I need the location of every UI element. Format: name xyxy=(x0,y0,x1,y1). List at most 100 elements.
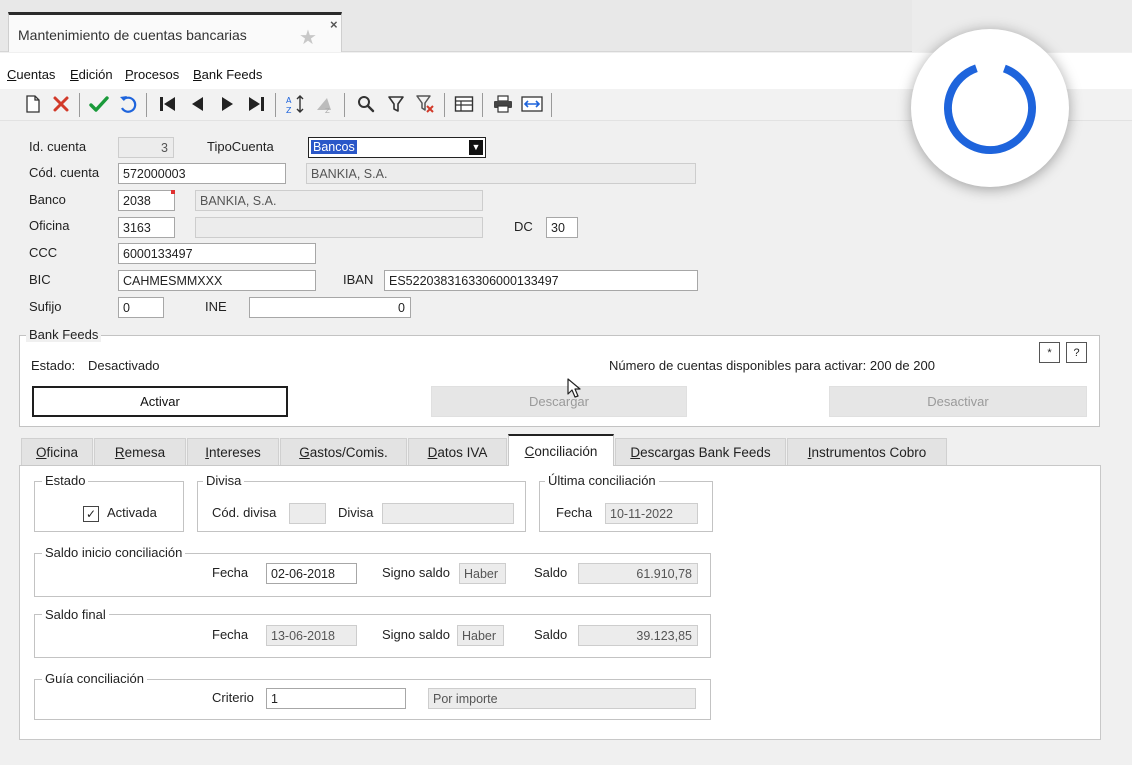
ultima-fecha-label: Fecha xyxy=(556,505,593,520)
loading-spinner-badge xyxy=(911,29,1069,187)
dropdown-arrow-icon[interactable]: ▼ xyxy=(469,140,483,155)
ine-field[interactable]: 0 xyxy=(249,297,411,318)
toolbar-separator xyxy=(482,93,483,117)
banco-description: BANKIA, S.A. xyxy=(195,190,483,211)
saldo-inicio-saldo-field: 61.910,78 xyxy=(578,563,698,584)
banco-field[interactable]: 2038 xyxy=(118,190,175,211)
iban-field[interactable]: ES5220383163306000133497 xyxy=(384,270,698,291)
divisa-field xyxy=(382,503,514,524)
delete-icon[interactable] xyxy=(50,93,72,115)
document-tab[interactable]: Mantenimiento de cuentas bancarias ★ × xyxy=(8,12,342,52)
id-cuenta-label: Id. cuenta xyxy=(29,139,87,154)
menu-cuentas[interactable]: Cuentas xyxy=(7,67,55,82)
toolbar-separator xyxy=(344,93,345,117)
descargar-button: Descargar xyxy=(431,386,687,417)
bank-feeds-title: Bank Feeds xyxy=(26,327,102,342)
activar-button[interactable]: Activar xyxy=(32,386,288,417)
iban-label: IBAN xyxy=(343,272,374,287)
sort-icon[interactable]: AZ xyxy=(285,93,307,115)
menu-bank-feeds[interactable]: Bank Feeds xyxy=(193,67,262,82)
saldo-inicio-fecha-field[interactable]: 02-06-2018 xyxy=(266,563,357,584)
tab-datos-iva[interactable]: Datos IVA xyxy=(408,438,507,465)
criterio-label: Criterio xyxy=(212,690,254,705)
clear-filter-icon[interactable] xyxy=(414,93,436,115)
previous-record-icon[interactable] xyxy=(187,93,209,115)
saldo-final-signo-label: Signo saldo xyxy=(382,627,450,642)
saldo-final-saldo-label: Saldo xyxy=(534,627,568,642)
bank-feeds-estado-label: Estado: xyxy=(31,358,76,373)
desactivar-button: Desactivar xyxy=(829,386,1087,417)
guia-conciliacion-title: Guía conciliación xyxy=(42,671,147,686)
dc-field[interactable]: 30 xyxy=(546,217,578,238)
oficina-description xyxy=(195,217,483,238)
print-icon[interactable] xyxy=(492,93,514,115)
ccc-label: CCC xyxy=(29,245,58,260)
close-tab-icon[interactable]: × xyxy=(330,17,338,32)
oficina-field[interactable]: 3163 xyxy=(118,217,175,238)
toolbar-separator xyxy=(444,93,445,117)
svg-text:Z: Z xyxy=(325,107,330,114)
dc-label: DC xyxy=(514,219,533,234)
document-tab-title: Mantenimiento de cuentas bancarias xyxy=(18,27,247,43)
tab-conciliacion[interactable]: Conciliación xyxy=(508,434,614,466)
saldo-final-signo-field: Haber xyxy=(457,625,504,646)
tab-descargas-bank-feeds[interactable]: Descargas Bank Feeds xyxy=(615,438,786,465)
saldo-final-fecha-field: 13-06-2018 xyxy=(266,625,357,646)
oficina-label: Oficina xyxy=(29,218,70,233)
export-icon[interactable] xyxy=(521,93,543,115)
next-record-icon[interactable] xyxy=(216,93,238,115)
cod-cuenta-description: BANKIA, S.A. xyxy=(306,163,696,184)
cod-cuenta-label: Cód. cuenta xyxy=(29,165,100,180)
first-record-icon[interactable] xyxy=(157,93,179,115)
menu-procesos[interactable]: Procesos xyxy=(125,67,179,82)
sufijo-label: Sufijo xyxy=(29,299,62,314)
search-icon[interactable] xyxy=(355,93,377,115)
star-button[interactable]: * xyxy=(1039,342,1060,363)
ine-label: INE xyxy=(205,299,227,314)
available-accounts-text: Número de cuentas disponibles para activ… xyxy=(609,358,935,373)
tab-intereses[interactable]: Intereses xyxy=(187,438,279,465)
last-record-icon[interactable] xyxy=(245,93,267,115)
criterio-field[interactable]: 1 xyxy=(266,688,406,709)
ccc-field[interactable]: 6000133497 xyxy=(118,243,316,264)
bic-label: BIC xyxy=(29,272,51,287)
required-marker xyxy=(171,190,175,194)
favorite-star-icon[interactable]: ★ xyxy=(299,25,317,50)
toolbar-separator xyxy=(551,93,552,117)
bank-feeds-estado-value: Desactivado xyxy=(88,358,160,373)
undo-icon[interactable] xyxy=(117,93,139,115)
sufijo-field[interactable]: 0 xyxy=(118,297,164,318)
saldo-final-fecha-label: Fecha xyxy=(212,627,249,642)
svg-text:Z: Z xyxy=(286,106,292,114)
toolbar-separator xyxy=(79,93,80,117)
activada-checkbox[interactable]: ✓ xyxy=(83,506,99,522)
tipo-cuenta-label: TipoCuenta xyxy=(207,139,274,154)
id-cuenta-field: 3 xyxy=(118,137,174,158)
sort-disabled-icon: Z xyxy=(313,93,335,115)
banco-label: Banco xyxy=(29,192,66,207)
saldo-final-saldo-field: 39.123,85 xyxy=(578,625,698,646)
toolbar-separator xyxy=(146,93,147,117)
criterio-description: Por importe xyxy=(428,688,696,709)
tipo-cuenta-select[interactable]: Bancos ▼ xyxy=(308,137,486,158)
confirm-icon[interactable] xyxy=(88,93,110,115)
ultima-conciliacion-title: Última conciliación xyxy=(545,473,659,488)
table-view-icon[interactable] xyxy=(453,93,475,115)
help-button[interactable]: ? xyxy=(1066,342,1087,363)
saldo-inicio-signo-field: Haber xyxy=(459,563,506,584)
loading-spinner-icon xyxy=(944,62,1036,154)
tab-instrumentos-cobro[interactable]: Instrumentos Cobro xyxy=(787,438,947,465)
menu-edicion[interactable]: Edición xyxy=(70,67,113,82)
cod-cuenta-field[interactable]: 572000003 xyxy=(118,163,286,184)
tab-oficina[interactable]: Oficina xyxy=(21,438,93,465)
new-icon[interactable] xyxy=(22,93,44,115)
saldo-inicio-fecha-label: Fecha xyxy=(212,565,249,580)
divisa-group-title: Divisa xyxy=(203,473,245,488)
saldo-final-title: Saldo final xyxy=(42,607,109,622)
cod-divisa-field xyxy=(289,503,326,524)
bic-field[interactable]: CAHMESMMXXX xyxy=(118,270,316,291)
tab-gastos-comis[interactable]: Gastos/Comis. xyxy=(280,438,407,465)
tab-remesa[interactable]: Remesa xyxy=(94,438,186,465)
filter-icon[interactable] xyxy=(385,93,407,115)
divisa-label: Divisa xyxy=(338,505,374,520)
